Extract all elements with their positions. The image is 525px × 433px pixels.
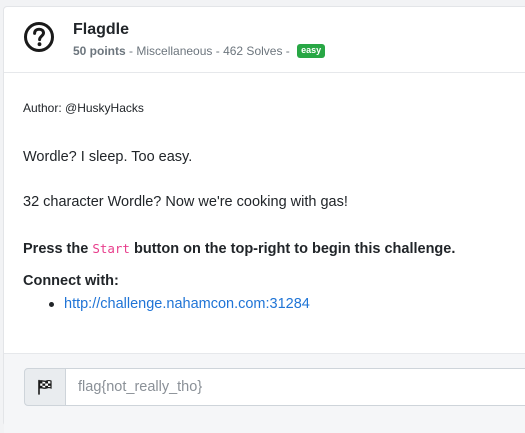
description-line-2: 32 character Wordle? Now we're cooking w…: [23, 194, 348, 210]
flag-input[interactable]: [66, 368, 525, 406]
challenge-title: Flagdle: [73, 21, 130, 38]
challenge-header: Flagdle 50 points - Miscellaneous - 462 …: [4, 7, 525, 73]
challenge-link[interactable]: http://challenge.nahamcon.com:31284: [64, 296, 310, 312]
start-code: Start: [92, 241, 130, 256]
challenge-meta: 50 points - Miscellaneous - 462 Solves -…: [73, 44, 326, 58]
bullet: [49, 301, 54, 307]
start-instruction-prefix: Press the: [23, 241, 93, 257]
difficulty-badge: easy: [297, 44, 326, 58]
challenge-solves: 462 Solves: [223, 44, 283, 58]
challenge-category: Miscellaneous: [136, 44, 213, 58]
flag-input-group: [24, 368, 525, 406]
start-instruction-suffix: button on the top-right to begin this ch…: [129, 241, 456, 257]
list-item: http://challenge.nahamcon.com:31284: [49, 296, 310, 312]
question-circle-icon: [24, 22, 54, 52]
start-instruction: Press the Start button on the top-right …: [23, 241, 455, 257]
meta-separator: -: [282, 44, 294, 58]
connect-label: Connect with:: [23, 273, 119, 289]
challenge-card: Flagdle 50 points - Miscellaneous - 462 …: [3, 6, 525, 433]
author-line: Author: @HuskyHacks: [23, 101, 144, 115]
challenge-points: 50 points: [73, 44, 126, 58]
flag-addon: [24, 368, 66, 406]
checkered-flag-icon: [38, 379, 52, 395]
submission-footer: [4, 353, 525, 433]
meta-separator: -: [212, 44, 224, 58]
description-line-1: Wordle? I sleep. Too easy.: [23, 149, 193, 165]
meta-separator: -: [125, 44, 137, 58]
